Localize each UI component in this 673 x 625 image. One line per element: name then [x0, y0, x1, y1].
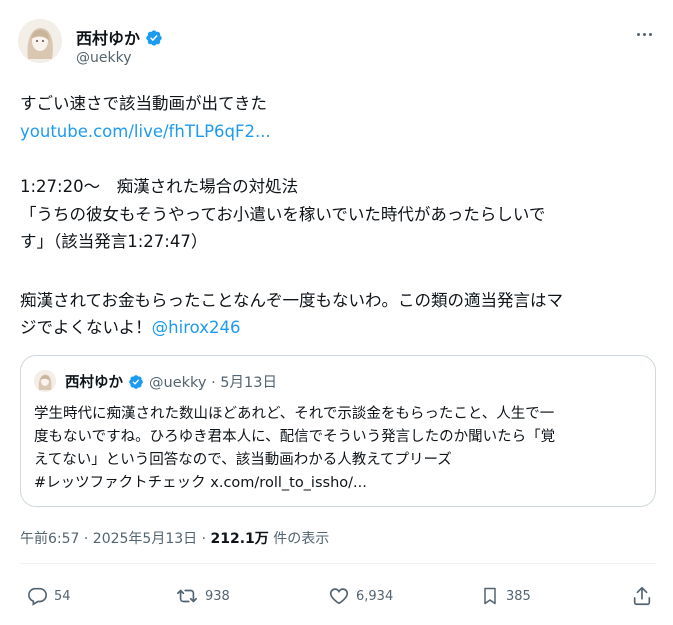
verified-badge-icon	[128, 374, 144, 394]
view-count: 212.1万	[210, 531, 269, 547]
repost-icon	[175, 585, 199, 607]
quote-text-line: 度もないですね。ひろゆき君本人に、配信でそういう発言したのか聞いたら「覚	[34, 429, 556, 445]
more-options-icon[interactable]	[632, 24, 656, 44]
avatar[interactable]	[18, 19, 62, 63]
verified-badge-icon	[145, 29, 163, 51]
tweet-text-line-with-mention: ジでよくないよ！@hirox246	[20, 318, 241, 337]
reply-button[interactable]: 54	[26, 584, 71, 608]
author-name[interactable]: 西村ゆか	[76, 25, 163, 51]
quote-text-line: #レッツファクトチェック x.com/roll_to_issho/...	[34, 473, 367, 494]
bookmark-count: 385	[506, 588, 531, 604]
quote-text-line: えてない」という回答なので、該当動画わかる人教えてプリーズ	[34, 452, 452, 468]
quote-avatar[interactable]	[34, 370, 56, 392]
share-button[interactable]	[631, 584, 653, 608]
tweet-text-line: 1:27:20～ 痴漢された場合の対処法	[20, 177, 299, 196]
quote-link[interactable]: x.com/roll_to_issho/...	[210, 475, 367, 491]
mention-link[interactable]: @hirox246	[152, 318, 241, 337]
quoted-tweet[interactable]: 西村ゆか @uekky · 5月13日 学生時代に痴漢された数山ほどあれど、それで…	[20, 355, 656, 507]
bookmark-button[interactable]: 385	[480, 584, 531, 608]
repost-button[interactable]: 938	[175, 584, 230, 608]
heart-icon	[328, 585, 350, 607]
reply-icon	[26, 585, 48, 607]
quote-hashtag[interactable]: #レッツファクトチェック	[34, 475, 206, 491]
tweet-meta: 午前6:57 · 2025年5月13日 · 212.1万 件の表示	[20, 528, 329, 548]
divider	[20, 563, 656, 564]
reply-count: 54	[54, 588, 71, 604]
tweet-timestamp[interactable]: 午前6:57 · 2025年5月13日 ·	[20, 531, 211, 547]
quote-handle-date: @uekky · 5月13日	[149, 375, 277, 391]
like-button[interactable]: 6,934	[328, 584, 393, 608]
tweet-text-line: すごい速さで該当動画が出てきた	[20, 94, 268, 113]
views-label: 件の表示	[268, 531, 330, 547]
bookmark-icon	[480, 585, 500, 607]
tweet-link[interactable]: youtube.com/live/fhTLP6qF2...	[20, 121, 271, 143]
share-icon	[631, 585, 653, 607]
quote-text-line: 学生時代に痴漢された数山ほどあれど、それで示談金をもらったこと、人生で一	[34, 406, 555, 422]
author-handle[interactable]: @uekky	[76, 50, 132, 66]
quote-author[interactable]: 西村ゆか @uekky · 5月13日	[65, 371, 277, 394]
repost-count: 938	[205, 588, 230, 604]
like-count: 6,934	[356, 588, 394, 604]
tweet-text-line: す」（該当発言1:27:47）	[20, 232, 208, 251]
tweet-text-line: 痴漢されてお金もらったことなんぞ一度もないわ。この類の適当発言はマ	[20, 291, 564, 310]
tweet-text-line: 「うちの彼女もそうやってお小遣いを稼いでいた時代があったらしいで	[20, 205, 546, 224]
